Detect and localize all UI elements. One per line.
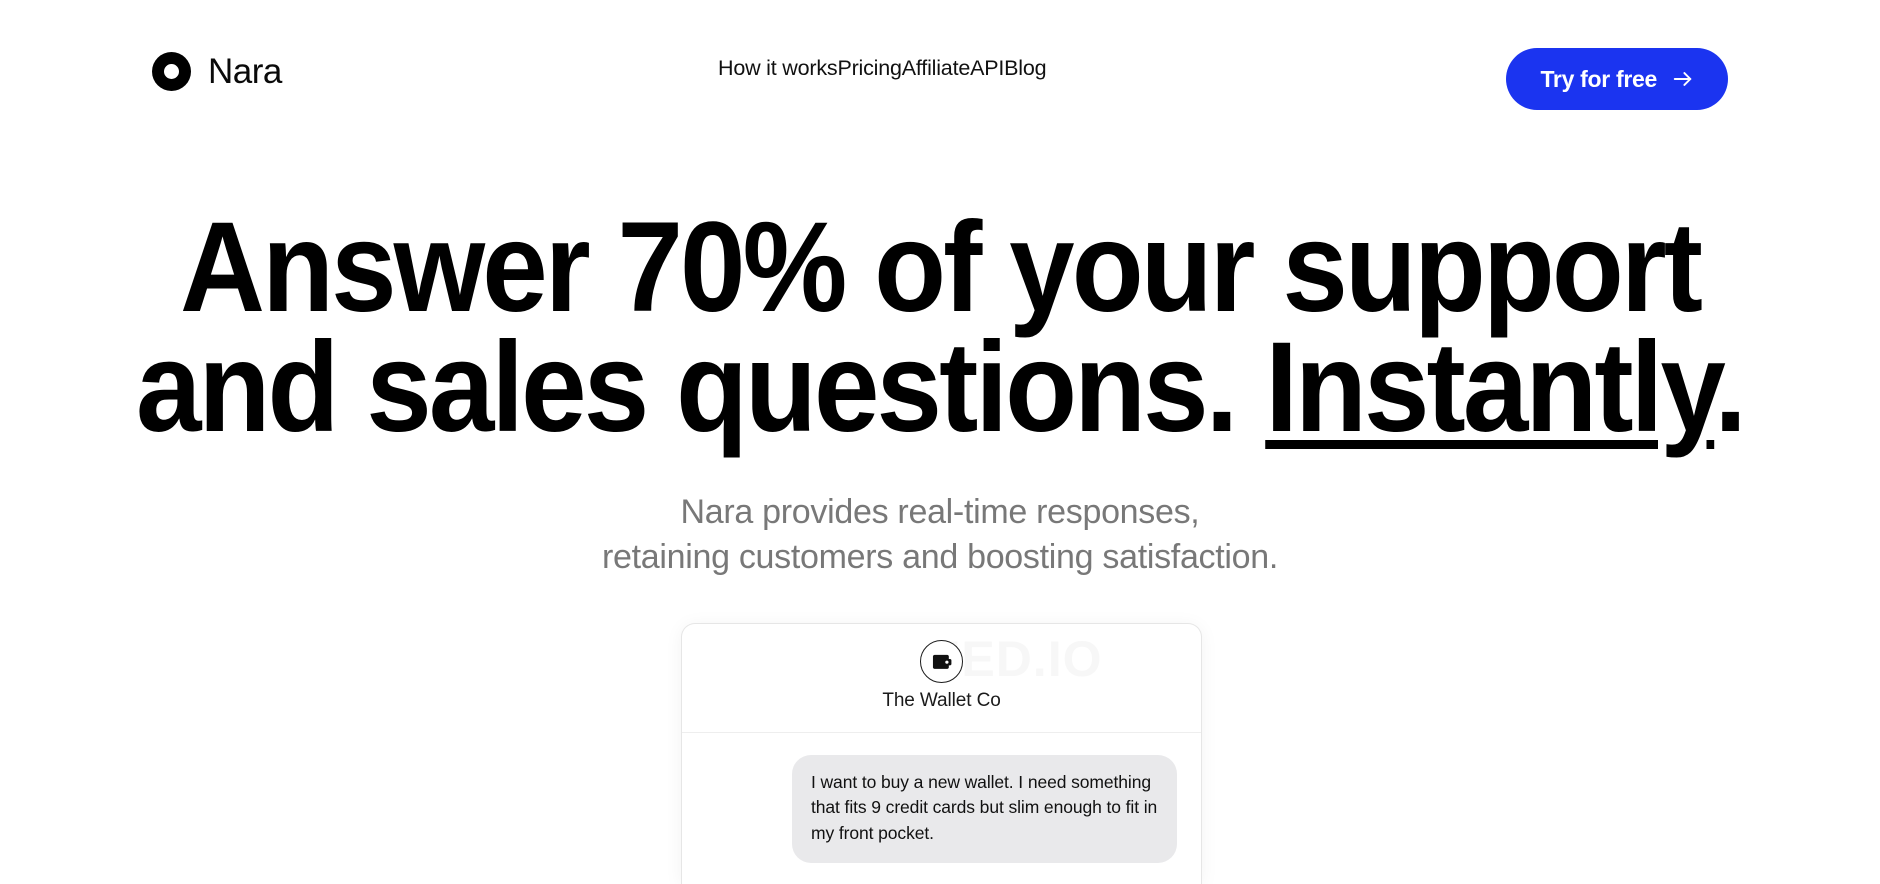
try-for-free-button[interactable]: Try for free — [1506, 48, 1728, 110]
headline-emphasis-instantly: Instantly — [1265, 316, 1717, 460]
chat-widget: EED.IO The Wallet Co I want to buy a new… — [681, 623, 1202, 884]
nav-item-affiliate[interactable]: Affiliate — [902, 57, 971, 80]
chat-widget-header: EED.IO The Wallet Co — [682, 624, 1201, 733]
chat-business-name: The Wallet Co — [882, 690, 1001, 711]
headline-line-2-text: and sales questions. — [135, 316, 1266, 460]
site-header: Nara How it works Pricing Affiliate API … — [0, 0, 1880, 140]
landing-page: Nara How it works Pricing Affiliate API … — [0, 0, 1880, 884]
try-for-free-label: Try for free — [1540, 65, 1657, 92]
brand-logo-link[interactable]: Nara — [152, 52, 282, 91]
subheading-line-1: Nara provides real-time responses, — [680, 493, 1200, 531]
wallet-icon — [920, 640, 963, 683]
hero-subheading: Nara provides real-time responses, retai… — [0, 490, 1880, 580]
hero-section: Answer 70% of your support and sales que… — [0, 196, 1880, 576]
main-navigation: How it works Pricing Affiliate API Blog — [718, 57, 1047, 80]
page-title: Answer 70% of your support and sales que… — [75, 196, 1805, 452]
subheading-line-2: retaining customers and boosting satisfa… — [601, 538, 1279, 577]
headline-line-2: and sales questions. Instantly. — [75, 324, 1805, 452]
nav-item-how-it-works[interactable]: How it works — [718, 57, 838, 80]
arrow-right-icon — [1672, 68, 1694, 90]
nav-item-pricing[interactable]: Pricing — [837, 57, 902, 80]
ring-logo-icon — [152, 52, 191, 91]
chat-message-user: I want to buy a new wallet. I need somet… — [792, 755, 1177, 864]
headline-period: . — [1714, 316, 1747, 460]
nav-item-blog[interactable]: Blog — [1004, 57, 1046, 80]
headline-line-1: Answer 70% of your support — [179, 196, 1703, 339]
brand-name: Nara — [208, 52, 282, 91]
chat-message-list: I want to buy a new wallet. I need somet… — [682, 733, 1201, 864]
nav-item-api[interactable]: API — [970, 57, 1004, 80]
